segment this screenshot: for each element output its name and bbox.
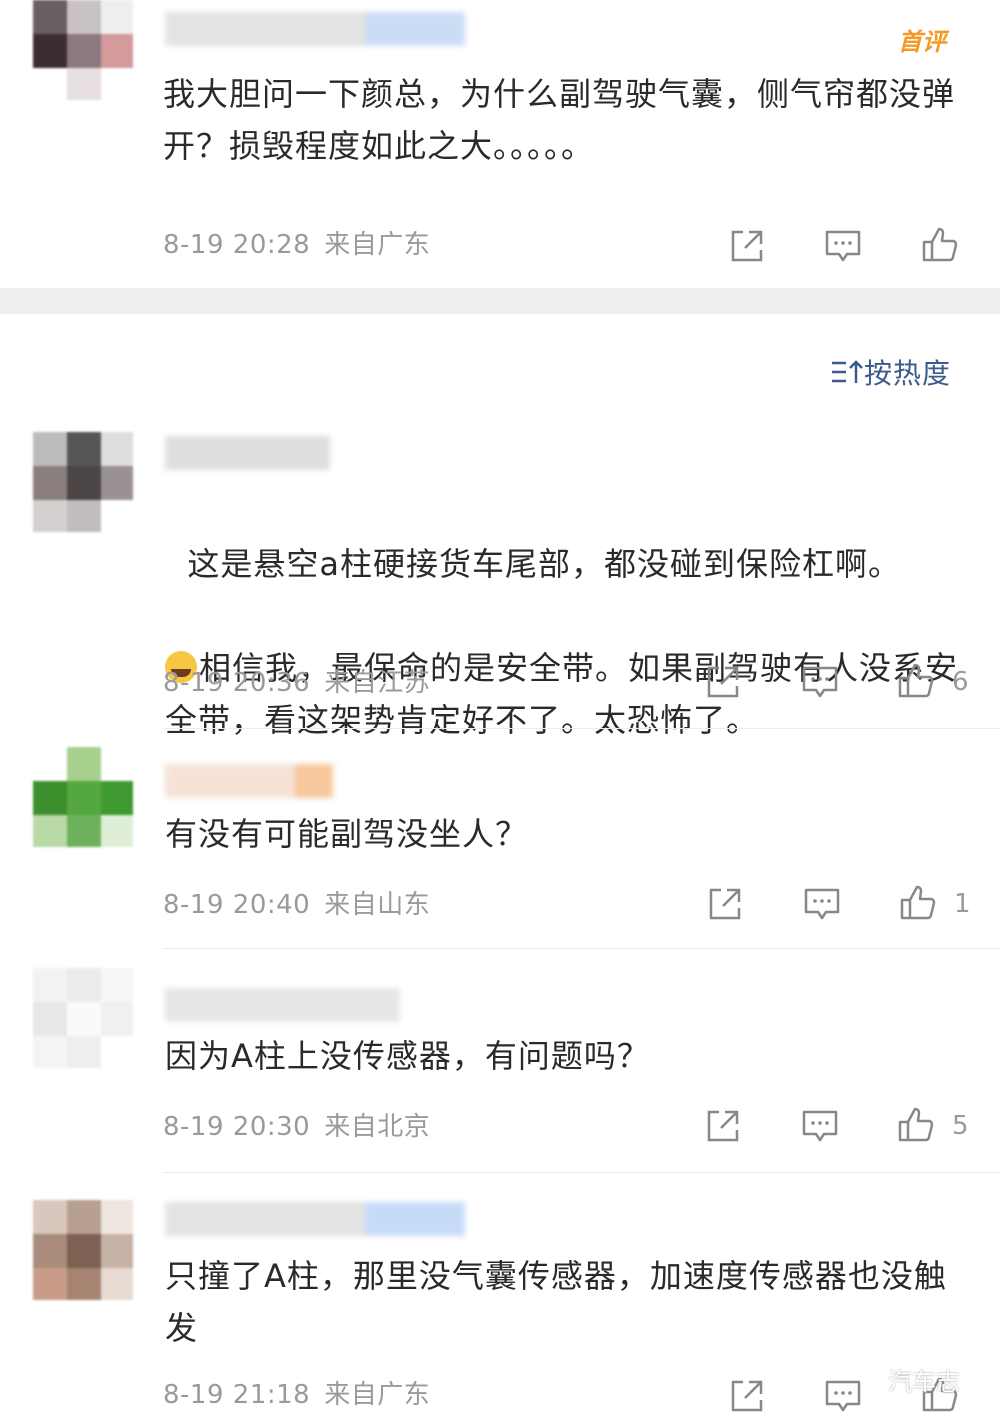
comment-location: 来自广东 — [324, 230, 431, 260]
share-icon[interactable] — [703, 662, 743, 702]
watermark: 汽车志 — [858, 1362, 960, 1397]
username-blurred[interactable] — [165, 764, 333, 798]
comment-meta: 8-19 20:28 来自广东 — [163, 230, 430, 260]
like-count: 6 — [952, 667, 969, 697]
section-separator — [0, 288, 1000, 314]
comment-text: 只撞了A柱，那里没气囊传感器，加速度传感器也没触发 — [165, 1257, 947, 1347]
username-blurred[interactable] — [165, 436, 330, 470]
wechat-icon — [858, 1367, 888, 1393]
comment-text: 我大胆问一下颜总，为什么副驾驶气囊，侧气帘都没弹开？损毁程度如此之大。。。。。 — [163, 75, 956, 165]
sort-control[interactable]: 按热度 — [830, 352, 951, 392]
comment-time: 8-19 20:36 — [163, 668, 311, 698]
comment-icon[interactable] — [823, 1376, 863, 1416]
avatar[interactable] — [33, 747, 133, 847]
username-blurred[interactable] — [165, 988, 400, 1022]
watermark-text: 汽车志 — [888, 1368, 960, 1396]
like-icon[interactable] — [896, 1104, 936, 1144]
comment-location: 来自广东 — [324, 1380, 431, 1410]
comment-meta: 8-19 21:18 来自广东 — [163, 1380, 430, 1410]
comment-icon[interactable] — [800, 662, 840, 702]
comment-text-line: 这是悬空a柱硬接货车尾部，都没碰到保险杠啊。 — [187, 545, 901, 583]
sort-icon — [830, 357, 864, 387]
avatar[interactable] — [33, 968, 133, 1068]
comment-icon[interactable] — [800, 1106, 840, 1146]
username-blurred[interactable] — [165, 12, 465, 46]
share-icon[interactable] — [705, 884, 745, 924]
comment-meta: 8-19 20:40 来自山东 — [163, 890, 430, 920]
divider — [163, 728, 1000, 729]
comment-icon[interactable] — [823, 226, 863, 266]
share-icon[interactable] — [703, 1106, 743, 1146]
like-icon[interactable] — [920, 224, 960, 264]
comment-meta: 8-19 20:36 来自江苏 — [163, 668, 430, 698]
share-icon[interactable] — [727, 1376, 767, 1416]
comment-time: 8-19 20:28 — [163, 230, 311, 260]
divider — [163, 948, 1000, 949]
comment-icon[interactable] — [802, 884, 842, 924]
comment-location: 来自江苏 — [324, 668, 431, 698]
avatar[interactable] — [33, 432, 133, 532]
divider — [163, 1172, 1000, 1173]
comment-meta: 8-19 20:30 来自北京 — [163, 1112, 430, 1142]
sort-label: 按热度 — [864, 357, 952, 390]
comment-text: 这是悬空a柱硬接货车尾部，都没碰到保险杠啊。 相信我，最保命的是安全带。如果副驾… — [165, 486, 975, 798]
comment-time: 8-19 20:40 — [163, 890, 311, 920]
first-comment-badge: 首评 — [898, 28, 946, 56]
like-count: 1 — [954, 889, 971, 919]
comment-time: 8-19 20:30 — [163, 1112, 311, 1142]
comment-location: 来自北京 — [324, 1112, 431, 1142]
comment-location: 来自山东 — [324, 890, 431, 920]
avatar[interactable] — [33, 1200, 133, 1300]
comment-text: 有没有可能副驾没坐人？ — [165, 815, 529, 853]
like-icon[interactable] — [896, 660, 936, 700]
username-blurred[interactable] — [165, 1202, 465, 1236]
comment-time: 8-19 21:18 — [163, 1380, 311, 1410]
avatar[interactable] — [33, 0, 133, 100]
share-icon[interactable] — [727, 226, 767, 266]
like-count: 5 — [952, 1111, 969, 1141]
comment-text: 因为A柱上没传感器，有问题吗？ — [165, 1037, 650, 1075]
like-icon[interactable] — [898, 882, 938, 922]
